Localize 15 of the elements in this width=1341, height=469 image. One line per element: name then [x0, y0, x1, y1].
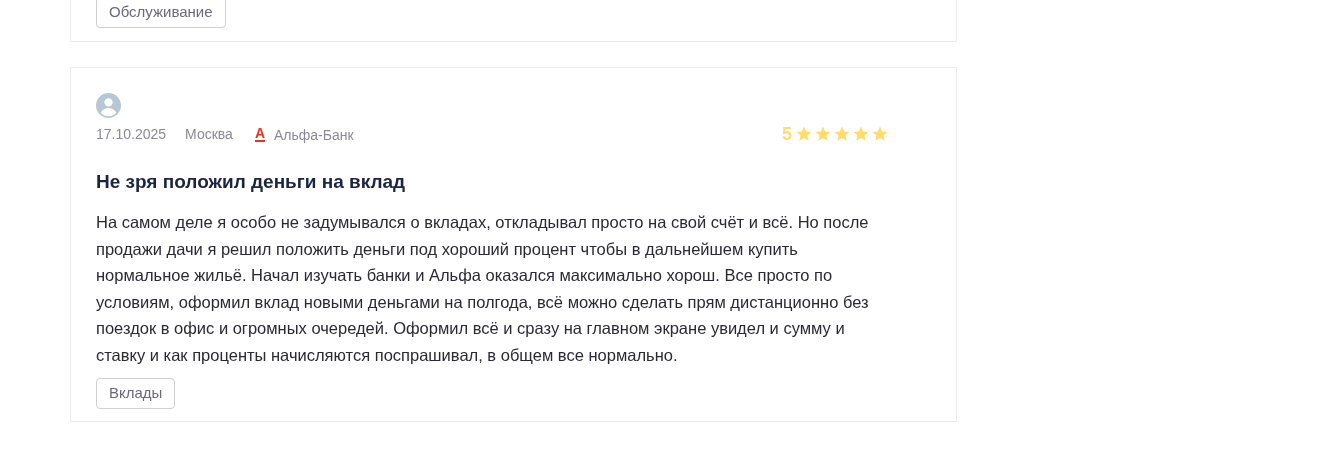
review-date: 17.10.2025	[96, 124, 167, 144]
star-icon	[814, 125, 832, 143]
bank-link[interactable]: Альфа-Банк	[274, 124, 354, 146]
tag-button[interactable]: Вклады	[96, 378, 176, 409]
star-icon	[852, 125, 870, 143]
review-title: Не зря положил деньги на вклад	[96, 169, 407, 194]
bank-logo: А	[254, 126, 265, 142]
star-icon	[833, 125, 851, 143]
review-city: Москва	[185, 124, 233, 144]
tag-button[interactable]: Обслуживание	[96, 0, 226, 28]
avatar-icon	[96, 92, 121, 118]
star-icon	[871, 125, 889, 143]
star-icon	[795, 125, 813, 143]
review-text: На самом деле я особо не задумывался о вкладах, откладывал просто на свой счёт и всё. Но после продажи дачи я решил положить деньги под хороший процент чтобы в дальнейшем купить нормальное жильё. Начал изучать банки и Альфа оказался максимально хорош. Все просто по условиям, оформил вклад новыми деньгами на полгода, всё можно сделать прям дистанционно без поездок в офис и огромных очередей. Оформил всё и сразу на главном экране увидел и сумму и ставку и как проценты начисляются поспрашивал, в общем все нормально.	[96, 212, 870, 366]
rating-value: 5	[782, 122, 792, 146]
